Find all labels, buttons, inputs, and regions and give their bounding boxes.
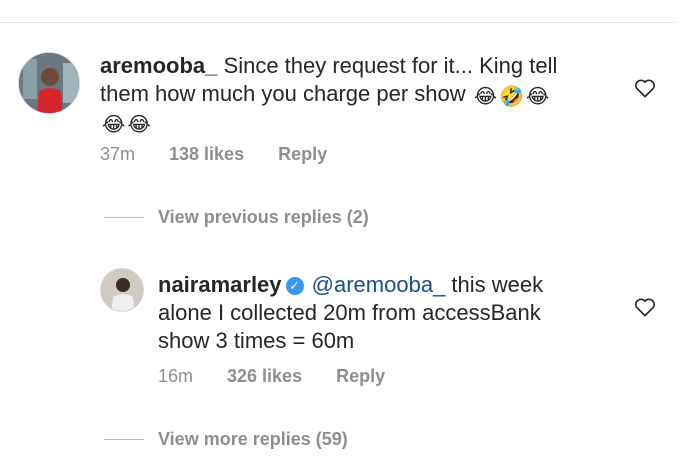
verified-badge-icon: ✓ xyxy=(285,277,304,295)
reply-time: 16m xyxy=(158,366,194,386)
laughing-emoji-icon: 😂 xyxy=(526,86,550,108)
reply-button[interactable]: Reply xyxy=(278,144,327,165)
replies-divider-line xyxy=(104,439,144,440)
reply-reply-button[interactable]: Reply xyxy=(336,366,385,387)
comment-thread: aremooba_ Since they request for it... K… xyxy=(0,0,696,458)
reply-avatar[interactable] xyxy=(100,268,144,312)
avatar-image xyxy=(19,53,79,113)
reply-meta: 16m 326 likes Reply xyxy=(158,366,385,387)
avatar[interactable] xyxy=(18,52,80,114)
reply-avatar-image xyxy=(101,269,143,311)
heart-outline-icon[interactable] xyxy=(634,297,656,317)
reply-text-line2: alone I collected 20m from accessBank xyxy=(158,300,541,325)
laughing-emoji-icon: 😂 xyxy=(127,114,151,136)
heart-outline-icon[interactable] xyxy=(634,78,656,98)
reply-body: nairamarley ✓ @aremooba_ this week alone … xyxy=(158,271,598,355)
reply-username[interactable]: nairamarley xyxy=(158,272,282,297)
view-previous-replies-label: View previous replies (2) xyxy=(158,207,369,227)
comment-body: aremooba_ Since they request for it... K… xyxy=(100,52,620,136)
rolling-laughing-emoji-icon: 🤣 xyxy=(499,86,525,108)
reply-likes[interactable]: 326 likes xyxy=(227,366,302,387)
reply-mention[interactable]: @aremooba_ xyxy=(312,272,446,297)
reply-text-line1: this week xyxy=(451,272,544,297)
laughing-emoji-icon: 😂 xyxy=(102,114,126,136)
laughing-emoji-icon: 😂 xyxy=(473,86,498,108)
replies-divider-line xyxy=(104,217,144,218)
comment-likes[interactable]: 138 likes xyxy=(169,144,244,165)
reply-text-line3: show 3 times = 60m xyxy=(158,328,355,353)
top-divider xyxy=(0,22,676,23)
view-more-replies-button[interactable]: View more replies (59) xyxy=(104,429,348,450)
comment-text-line1: Since they request for it... King tell xyxy=(223,53,558,78)
comment-meta: 37m 138 likes Reply xyxy=(100,144,327,165)
comment-time: 37m xyxy=(100,144,136,164)
comment-username[interactable]: aremooba_ xyxy=(100,53,217,78)
view-more-replies-label: View more replies (59) xyxy=(158,429,348,449)
view-previous-replies-button[interactable]: View previous replies (2) xyxy=(104,207,369,228)
comment-text-line2: them how much you charge per show xyxy=(100,81,466,106)
